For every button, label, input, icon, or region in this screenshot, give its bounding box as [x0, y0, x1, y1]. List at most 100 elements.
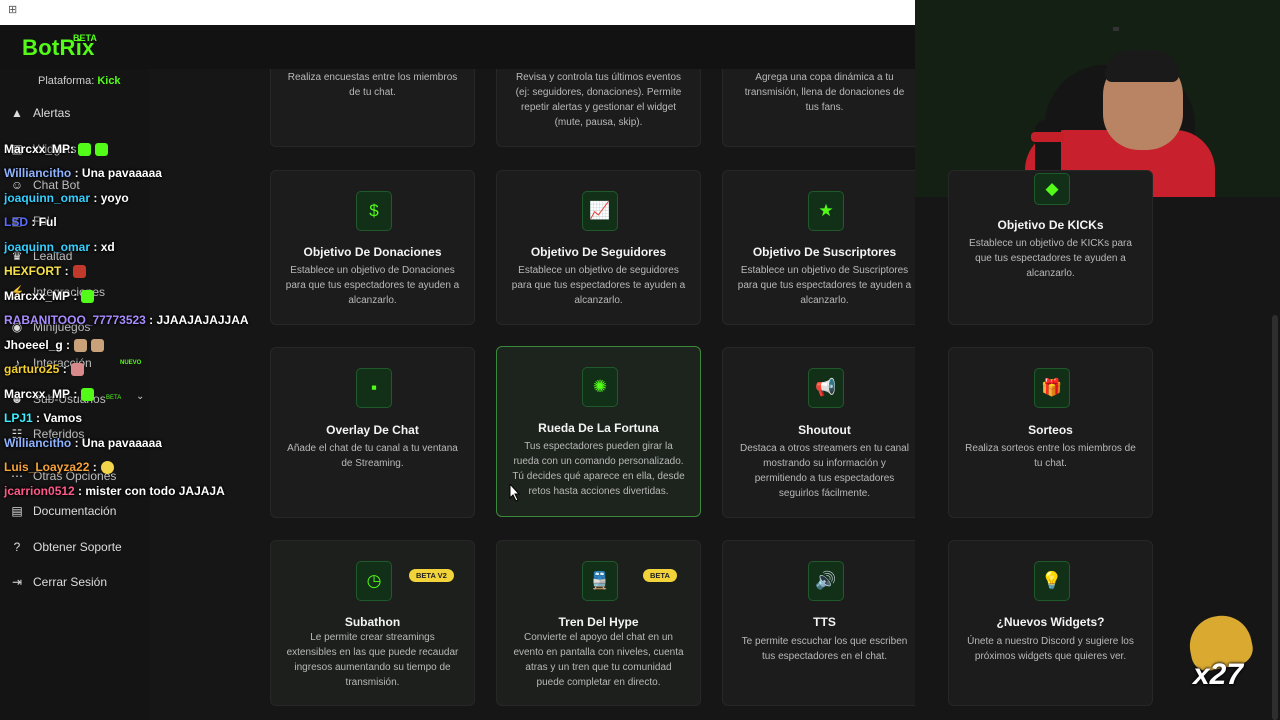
speaker-icon: 🔊 [808, 561, 844, 601]
sidebar-item-documentacion[interactable]: ▤ Documentación [10, 504, 145, 518]
widget-card-overlay-chat[interactable]: ▪ Overlay De Chat Añade el chat de tu ca… [270, 347, 475, 518]
sidebar-item-obtener-soporte[interactable]: ? Obtener Soporte [10, 540, 145, 554]
widget-card-desc: Agrega una copa dinámica a tu transmisió… [744, 72, 905, 113]
reward-counter: x27 [1184, 610, 1265, 692]
sidebar-item-label: Interacción [33, 356, 92, 370]
sidebar-item-label: Otras Opciones [33, 469, 117, 483]
widget-card-desc: Realiza encuestas entre los miembros de … [287, 72, 458, 98]
widget-card-tts[interactable]: 🔊 TTS Te permite escuchar los que escrib… [722, 540, 915, 706]
star-icon: ★ [808, 191, 844, 231]
sidebar-item-chat-bot[interactable]: ☺ Chat Bot [10, 178, 145, 192]
widget-card-title: Overlay De Chat [326, 423, 419, 437]
sidebar-item-sub-usuarios[interactable]: ☻ Sub-Usuarios [10, 392, 145, 406]
clock-icon: ◷ [356, 561, 392, 601]
beta-small-badge: BETA [106, 395, 122, 401]
help-icon: ? [13, 540, 21, 554]
sidebar-item-referidos[interactable]: ☷ Referidos [10, 427, 145, 441]
beta-badge: BETA [73, 33, 97, 43]
app-header: BotRix BETA [0, 25, 915, 70]
widget-card-objetivo-kicks[interactable]: ◆ Objetivo De KICKs Establece un objetiv… [948, 170, 1153, 325]
widget-card-encuestas[interactable]: Realiza encuestas entre los miembros de … [270, 69, 475, 147]
people-icon: ☷ [11, 427, 23, 441]
widget-card-desc: Le permite crear streamings extensibles … [286, 632, 459, 688]
widget-card-title: Objetivo De Suscriptores [752, 245, 897, 259]
widget-card-objetivo-suscriptores[interactable]: ★ Objetivo De Suscriptores Establece un … [722, 170, 915, 325]
widget-card-eventos[interactable]: Revisa y controla tus últimos eventos (e… [496, 69, 701, 147]
dollar-icon: $ [356, 191, 392, 231]
chevron-down-icon[interactable]: ⌄ [136, 391, 144, 402]
widget-card-nuevos-widgets[interactable]: 💡 ¿Nuevos Widgets? Únete a nuestro Disco… [948, 540, 1153, 706]
sidebar-item-label: Widgets [33, 142, 77, 156]
sidebar-item-label: Referidos [33, 427, 85, 441]
widget-card-shoutout[interactable]: 📢 Shoutout Destaca a otros streamers en … [722, 347, 915, 518]
widget-card-objetivo-donaciones[interactable]: $ Objetivo De Donaciones Establece un ob… [270, 170, 475, 325]
widget-card-title: Objetivo De Donaciones [303, 245, 442, 259]
webcam-overlay [915, 0, 1280, 197]
dots-icon: ⋯ [11, 469, 23, 483]
beta-v2-badge: BETA V2 [409, 569, 454, 582]
widget-card-desc: Establece un objetivo de seguidores para… [511, 265, 686, 306]
chat-bubble-icon: ▪ [356, 368, 392, 408]
widget-card-subathon[interactable]: BETA V2 ◷ Subathon Le permite crear stre… [270, 540, 475, 706]
reward-count: x27 [1193, 658, 1244, 691]
sidebar-item-label: Chat Bot [33, 178, 80, 192]
document-icon: ▤ [11, 504, 23, 518]
sidebar-item-label: Integraciones [33, 285, 106, 299]
sidebar-item-label: Sub-Usuarios [33, 392, 106, 406]
sidebar-item-integraciones[interactable]: ⚡ Integraciones [10, 285, 145, 299]
sidebar-item-ful[interactable]: ◧ Ful [10, 214, 145, 228]
widget-card-desc: Convierte el apoyo del chat en un evento… [513, 632, 684, 688]
widget-card-desc: Establece un objetivo de Suscriptores pa… [737, 265, 912, 306]
widget-card-objetivo-seguidores[interactable]: 📈 Objetivo De Seguidores Establece un ob… [496, 170, 701, 325]
sidebar-item-otras-opciones[interactable]: ⋯ Otras Opciones [10, 469, 145, 483]
widget-card-sorteos[interactable]: 🎁 Sorteos Realiza sorteos entre los miem… [948, 347, 1153, 518]
robot-icon: ☺ [10, 178, 24, 192]
widget-card-desc: Establece un objetivo de Donaciones para… [285, 265, 460, 306]
widget-card-copa[interactable]: Agrega una copa dinámica a tu transmisió… [722, 69, 915, 147]
sidebar-item-cerrar-sesion[interactable]: ⇥ Cerrar Sesión [10, 575, 145, 589]
widget-card-tren-hype[interactable]: BETA 🚆 Tren Del Hype Convierte el apoyo … [496, 540, 701, 706]
chart-line-icon: 📈 [582, 191, 618, 231]
widget-card-desc: Destaca a otros streamers en tu canal mo… [740, 443, 909, 499]
warning-icon: ▲ [11, 106, 23, 120]
widget-card-rueda-fortuna[interactable]: ✺ Rueda De La Fortuna Tus espectadores p… [496, 346, 701, 517]
trophy-icon: ♛ [11, 249, 23, 263]
platform-value: Kick [97, 75, 121, 87]
widget-card-desc: Añade el chat de tu canal a tu ventana d… [287, 443, 458, 469]
gamepad-icon: ◉ [11, 320, 23, 334]
widgets-grid: Realiza encuestas entre los miembros de … [150, 69, 915, 720]
sidebar-item-label: Ful [33, 214, 50, 228]
widget-card-title: Rueda De La Fortuna [538, 421, 659, 435]
sidebar-item-label: Alertas [33, 106, 71, 120]
widget-card-desc: Tus espectadores pueden girar la rueda c… [512, 441, 685, 497]
sidebar: Plataforma: Kick ▲ Alertas ▦ Widgets ☺ C… [0, 69, 151, 720]
logout-icon: ⇥ [11, 575, 23, 589]
widget-card-title: Subathon [344, 615, 401, 629]
widgets-icon: ▦ [11, 142, 23, 156]
widget-card-title: Sorteos [1028, 423, 1073, 437]
sidebar-item-minijuegos[interactable]: ◉ Minijuegos [10, 320, 145, 334]
sidebar-item-widgets[interactable]: ▦ Widgets [10, 142, 145, 156]
widget-card-title: Objetivo De KICKs [997, 218, 1104, 232]
beta-badge: BETA [643, 569, 677, 582]
widget-card-desc: Revisa y controla tus últimos eventos (e… [515, 72, 682, 128]
widget-card-desc: Establece un objetivo de KICKs para que … [969, 238, 1132, 279]
sidebar-item-label: Minijuegos [33, 320, 91, 334]
gem-icon: ◆ [1034, 173, 1070, 205]
scrollbar[interactable] [1272, 315, 1278, 720]
nuevo-badge: NUEVO [120, 360, 142, 366]
sidebar-item-label: Documentación [33, 504, 117, 518]
sidebar-item-alertas[interactable]: ▲ Alertas [10, 106, 145, 120]
lightbulb-icon: 💡 [1034, 561, 1070, 601]
music-icon: ♪ [14, 356, 20, 370]
widget-card-title: Shoutout [798, 423, 851, 437]
widget-card-title: ¿Nuevos Widgets? [996, 615, 1105, 629]
widget-card-title: Objetivo De Seguidores [530, 245, 667, 259]
sidebar-item-lealtad[interactable]: ♛ Lealtad [10, 249, 145, 263]
browser-top-bar: ⊞ [0, 0, 915, 25]
fill-icon: ◧ [11, 214, 23, 228]
sidebar-item-label: Cerrar Sesión [33, 575, 108, 589]
apps-grid-icon[interactable]: ⊞ [8, 5, 18, 16]
train-icon: 🚆 [582, 561, 618, 601]
wheel-icon: ✺ [582, 367, 618, 407]
